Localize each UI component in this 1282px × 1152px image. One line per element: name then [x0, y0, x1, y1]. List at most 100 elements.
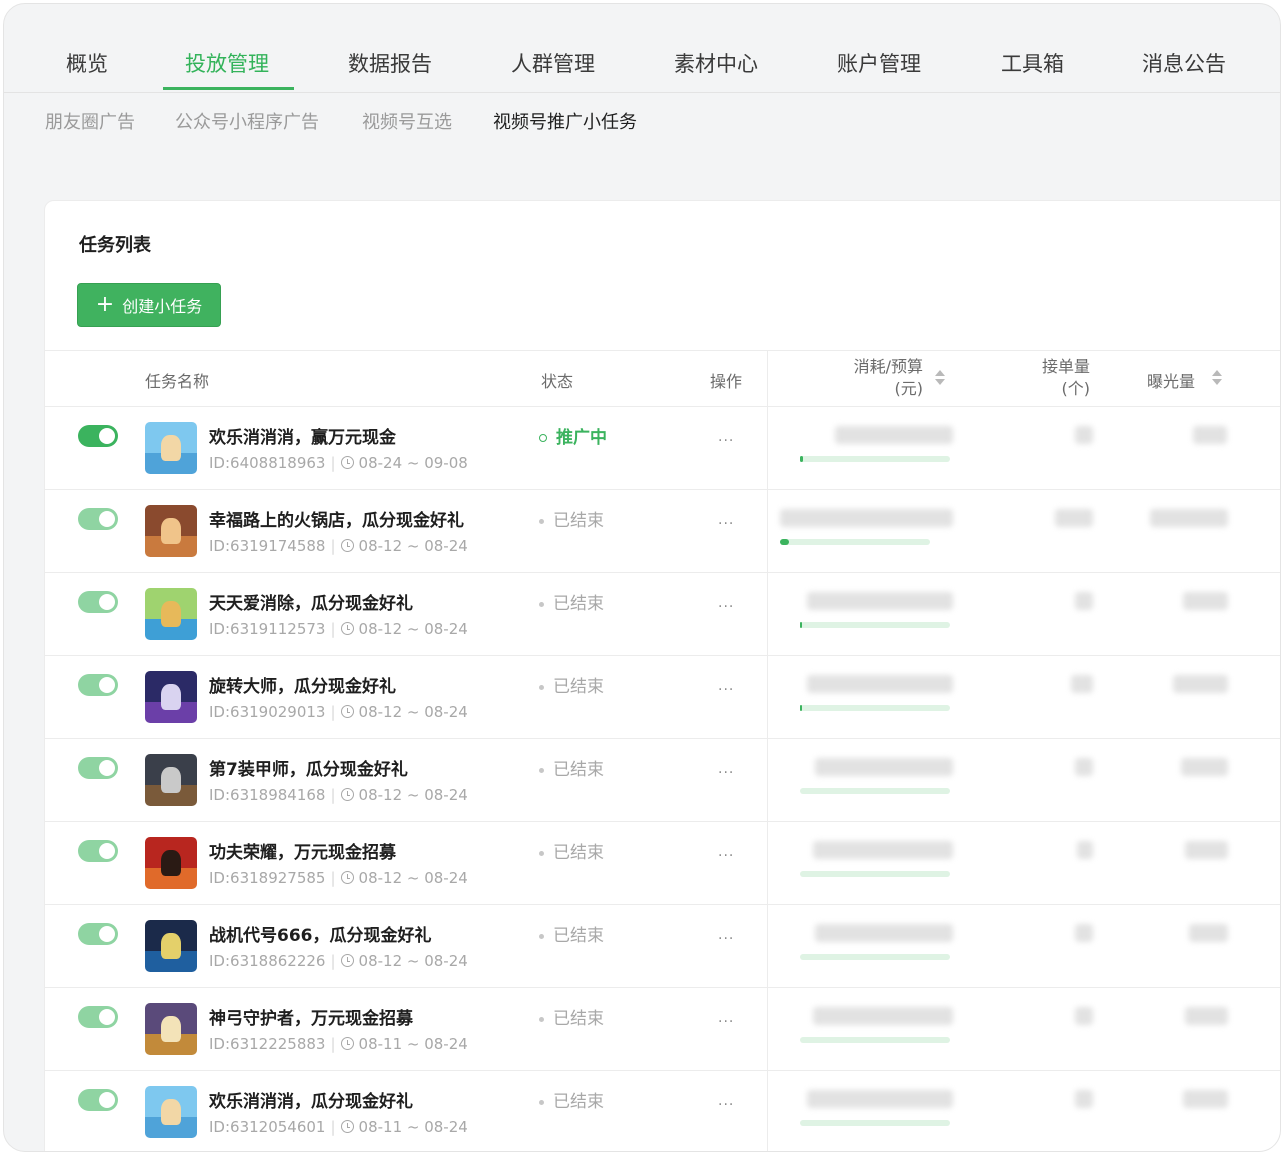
tab-account-management[interactable]: 账户管理: [837, 48, 921, 78]
task-id: ID:6312054601: [209, 1118, 326, 1136]
enable-toggle[interactable]: [78, 425, 118, 447]
tab-overview[interactable]: 概览: [66, 48, 108, 78]
col-action: 操作: [710, 372, 743, 391]
budget-progress-bar: [800, 1120, 950, 1126]
task-dates: 08-12 ~ 08-24: [358, 703, 468, 721]
subtab-channels-select[interactable]: 视频号互选: [362, 108, 452, 134]
task-meta: ID:6318862226 | 08-12 ~ 08-24: [209, 952, 468, 970]
more-actions-icon[interactable]: ···: [718, 516, 734, 532]
col-status: 状态: [541, 372, 574, 391]
more-actions-icon[interactable]: ···: [718, 1014, 734, 1030]
more-actions-icon[interactable]: ···: [718, 433, 734, 449]
col-orders-line2: (个): [1061, 379, 1091, 398]
enable-toggle[interactable]: [78, 757, 118, 779]
col-impressions[interactable]: 曝光量: [1147, 368, 1195, 392]
task-meta: ID:6319112573 | 08-12 ~ 08-24: [209, 620, 468, 638]
task-thumbnail: [145, 671, 197, 723]
active-tab-underline: [163, 87, 294, 90]
status-badge: 已结束: [539, 589, 604, 614]
more-actions-icon[interactable]: ···: [718, 931, 734, 947]
sort-icon[interactable]: [935, 368, 945, 388]
sort-icon[interactable]: [1212, 368, 1222, 388]
budget-progress-bar: [800, 622, 950, 628]
task-name[interactable]: 功夫荣耀，万元现金招募: [209, 838, 396, 863]
col-task-name: 任务名称: [145, 372, 210, 391]
enable-toggle[interactable]: [78, 923, 118, 945]
clock-icon: [340, 871, 354, 884]
status-badge: 已结束: [539, 921, 604, 946]
enable-toggle[interactable]: [78, 1089, 118, 1111]
budget-progress-fill: [800, 456, 803, 462]
task-meta: ID:6312225883 | 08-11 ~ 08-24: [209, 1035, 468, 1053]
col-spend-line2: (元): [894, 379, 924, 398]
tab-campaign-management[interactable]: 投放管理: [185, 48, 269, 78]
tab-toolbox[interactable]: 工具箱: [1001, 48, 1064, 78]
task-id: ID:6319029013: [209, 703, 326, 721]
budget-progress-fill: [800, 705, 802, 711]
spend-value-blurred: [813, 1007, 953, 1025]
spend-value-blurred: [807, 675, 953, 693]
task-name[interactable]: 天天爱消除，瓜分现金好礼: [209, 589, 413, 614]
task-thumbnail: [145, 588, 197, 640]
table-row: 战机代号666，瓜分现金好礼 ID:6318862226 | 08-12 ~ 08-…: [45, 904, 1280, 988]
orders-value-blurred: [1055, 509, 1093, 527]
task-name[interactable]: 战机代号666，瓜分现金好礼: [209, 921, 432, 946]
task-name[interactable]: 神弓守护者，万元现金招募: [209, 1004, 413, 1029]
budget-progress-bar: [800, 1037, 950, 1043]
orders-value-blurred: [1075, 1007, 1093, 1025]
enable-toggle[interactable]: [78, 508, 118, 530]
task-name[interactable]: 旋转大师，瓜分现金好礼: [209, 672, 396, 697]
enable-toggle[interactable]: [78, 1006, 118, 1028]
status-badge: 已结束: [539, 506, 604, 531]
tab-audience-management[interactable]: 人群管理: [511, 48, 595, 78]
spend-value-blurred: [835, 426, 953, 444]
col-spend-budget[interactable]: 消耗/预算 (元): [835, 356, 923, 400]
more-actions-icon[interactable]: ···: [718, 682, 734, 698]
more-actions-icon[interactable]: ···: [718, 1097, 734, 1113]
subtab-channels-tasks[interactable]: 视频号推广小任务: [493, 108, 637, 134]
budget-progress-fill: [780, 539, 789, 545]
create-task-button[interactable]: + 创建小任务: [77, 283, 221, 327]
task-meta: ID:6312054601 | 08-11 ~ 08-24: [209, 1118, 468, 1136]
impressions-value-blurred: [1189, 924, 1228, 942]
subtab-moments-ads[interactable]: 朋友圈广告: [45, 108, 135, 134]
status-badge: 已结束: [539, 755, 604, 780]
plus-icon: +: [95, 292, 115, 317]
tab-data-report[interactable]: 数据报告: [348, 48, 432, 78]
impressions-value-blurred: [1173, 675, 1228, 693]
task-thumbnail: [145, 1086, 197, 1138]
enable-toggle[interactable]: [78, 840, 118, 862]
task-name[interactable]: 第7装甲师，瓜分现金好礼: [209, 755, 408, 780]
task-name[interactable]: 欢乐消消消，瓜分现金好礼: [209, 1087, 413, 1112]
tab-material-center[interactable]: 素材中心: [674, 48, 758, 78]
task-thumbnail: [145, 1003, 197, 1055]
clock-icon: [340, 788, 354, 801]
spend-value-blurred: [815, 924, 953, 942]
orders-value-blurred: [1075, 758, 1093, 776]
task-dates: 08-12 ~ 08-24: [358, 786, 468, 804]
task-name[interactable]: 幸福路上的火锅店，瓜分现金好礼: [209, 506, 464, 531]
budget-progress-bar: [800, 788, 950, 794]
task-name[interactable]: 欢乐消消消，赢万元现金: [209, 423, 396, 448]
task-thumbnail: [145, 754, 197, 806]
budget-progress-bar: [800, 871, 950, 877]
enable-toggle[interactable]: [78, 591, 118, 613]
more-actions-icon[interactable]: ···: [718, 599, 734, 615]
task-list-card: 任务列表 + 创建小任务 任务名称 状态 操作 消耗/预算 (元) 接单量 (个…: [44, 200, 1280, 1151]
impressions-value-blurred: [1185, 1007, 1228, 1025]
budget-progress-fill: [800, 622, 802, 628]
tab-announcements[interactable]: 消息公告: [1142, 48, 1226, 78]
budget-progress-bar: [800, 456, 950, 462]
clock-icon: [340, 1120, 354, 1133]
status-label: 已结束: [553, 677, 604, 697]
col-spend-line1: 消耗/预算: [853, 357, 923, 376]
main-nav: 概览 投放管理 数据报告 人群管理 素材中心 账户管理 工具箱 消息公告: [4, 4, 1280, 93]
status-badge: 已结束: [539, 1004, 604, 1029]
table-row: 幸福路上的火锅店，瓜分现金好礼 ID:6319174588 | 08-12 ~ 08…: [45, 489, 1280, 573]
enable-toggle[interactable]: [78, 674, 118, 696]
more-actions-icon[interactable]: ···: [718, 848, 734, 864]
more-actions-icon[interactable]: ···: [718, 765, 734, 781]
task-meta: ID:6319029013 | 08-12 ~ 08-24: [209, 703, 468, 721]
status-badge: 已结束: [539, 1087, 604, 1112]
subtab-official-account-ads[interactable]: 公众号小程序广告: [175, 108, 319, 134]
